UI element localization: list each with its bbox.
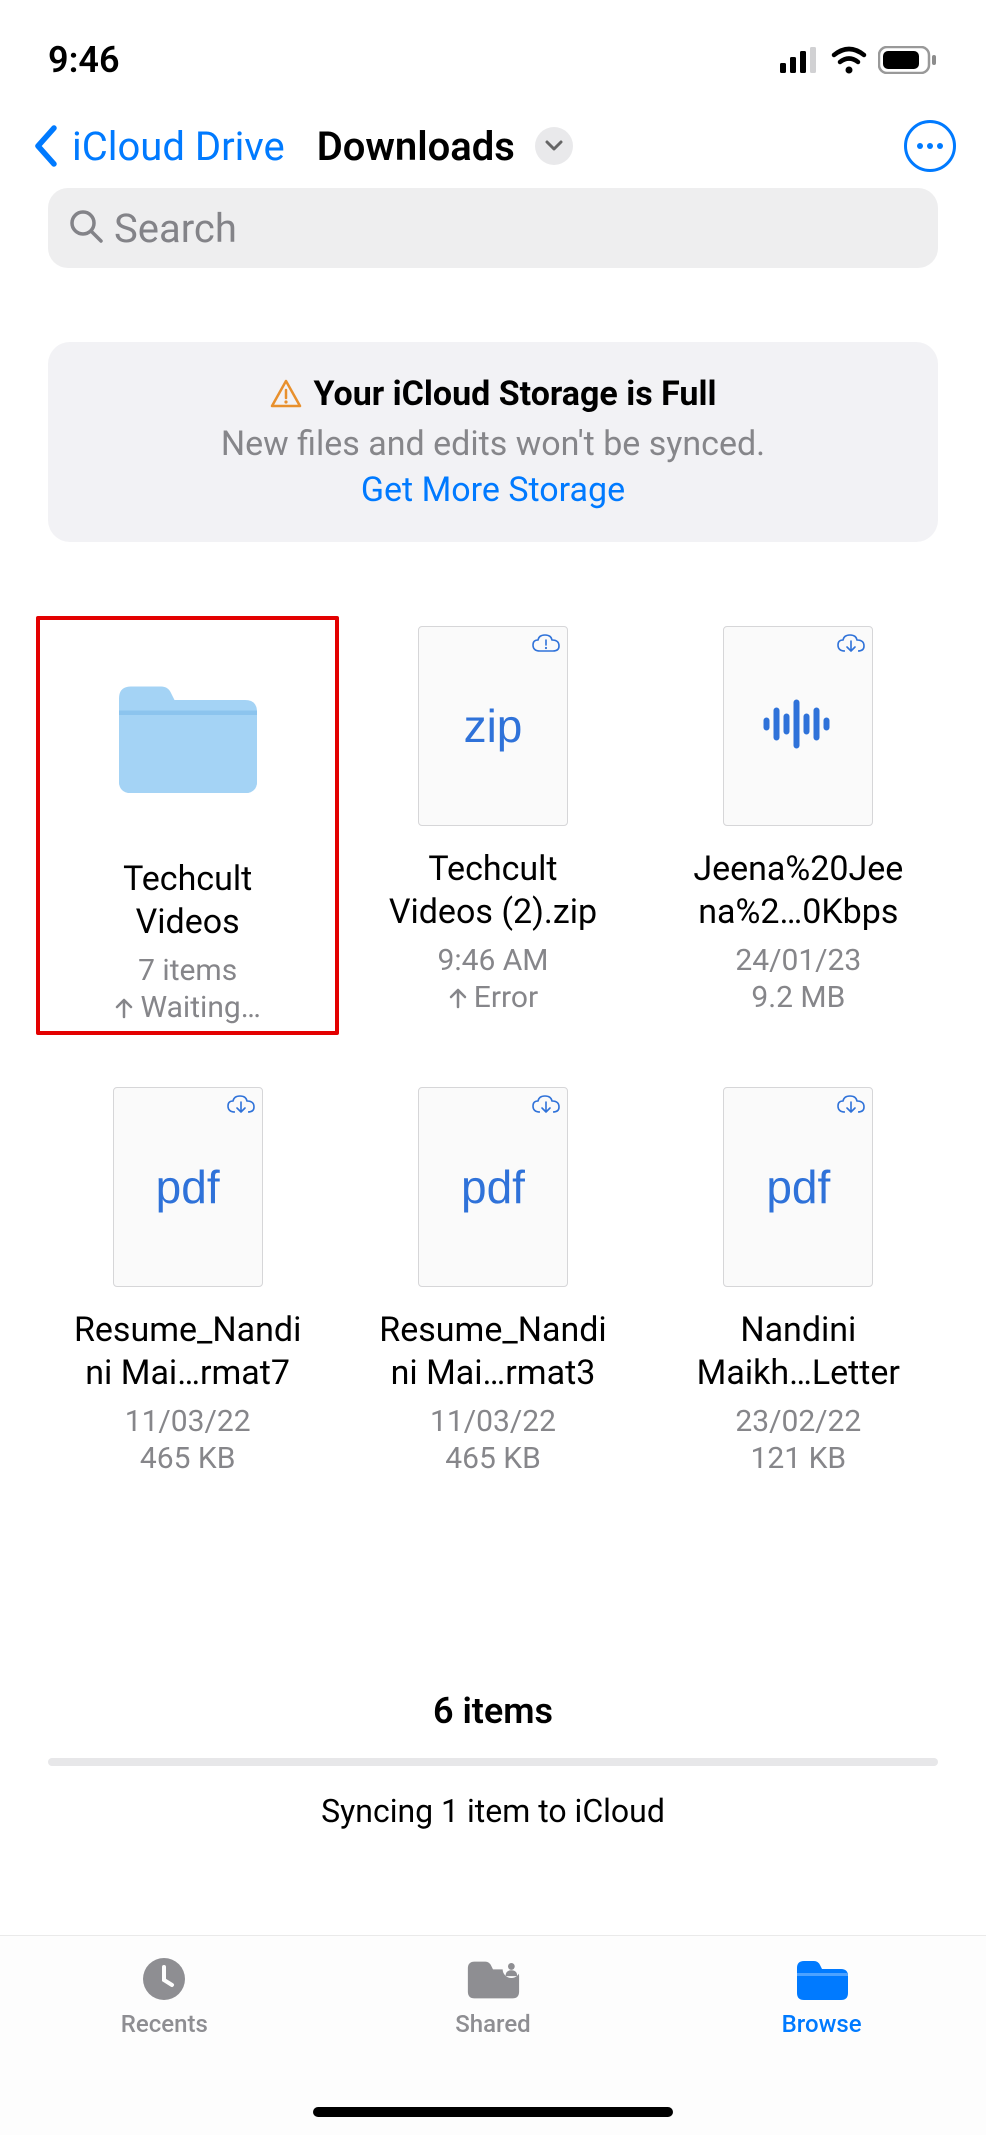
file-meta: 9:46 AM <box>437 943 548 978</box>
storage-full-banner: Your iCloud Storage is Full New files an… <box>48 342 938 542</box>
sync-status-text: Syncing 1 item to iCloud <box>0 1792 986 1830</box>
file-status: Error <box>448 980 538 1015</box>
search-input[interactable]: Search <box>48 188 938 268</box>
file-name: NandiniMaikh…Letter <box>697 1309 900 1394</box>
page-title: Downloads <box>317 123 515 170</box>
cellular-icon <box>780 47 820 73</box>
tab-label: Shared <box>455 2010 530 2038</box>
file-size: 465 KB <box>445 1441 541 1476</box>
upload-arrow-icon <box>114 997 134 1019</box>
pdf-file-icon: pdf <box>418 1087 568 1287</box>
upload-arrow-icon <box>448 987 468 1009</box>
back-chevron-icon[interactable] <box>30 122 60 170</box>
status-bar: 9:46 <box>0 0 986 90</box>
folder-icon <box>793 1956 851 2002</box>
file-item[interactable]: pdf NandiniMaikh…Letter 23/02/22 121 KB <box>651 1081 946 1482</box>
sync-progress-bar <box>48 1758 938 1766</box>
wifi-icon <box>830 46 868 74</box>
ellipsis-icon <box>917 143 923 149</box>
clock-icon <box>135 1956 193 2002</box>
back-button-label[interactable]: iCloud Drive <box>72 123 285 170</box>
file-item[interactable]: pdf Resume_Nandini Mai…rmat3 11/03/22 46… <box>345 1081 640 1482</box>
file-status: Waiting… <box>114 990 260 1025</box>
cloud-download-icon <box>836 633 866 659</box>
file-item[interactable]: TechcultVideos 7 items Waiting… <box>36 616 339 1035</box>
get-more-storage-link[interactable]: Get More Storage <box>68 470 918 510</box>
status-time: 9:46 <box>48 39 120 81</box>
file-grid: TechcultVideos 7 items Waiting… zip Tech… <box>40 620 946 1482</box>
footer-summary: 6 items Syncing 1 item to iCloud <box>0 1690 986 1830</box>
file-meta: 11/03/22 <box>430 1404 556 1439</box>
folder-icon <box>113 636 263 836</box>
file-name: Resume_Nandini Mai…rmat3 <box>379 1309 606 1394</box>
tab-label: Recents <box>121 2010 208 2038</box>
file-item[interactable]: Jeena%20Jeena%2…0Kbps 24/01/23 9.2 MB <box>651 620 946 1031</box>
more-options-button[interactable] <box>904 120 956 172</box>
file-size: 121 KB <box>751 1441 847 1476</box>
file-meta: 11/03/22 <box>125 1404 251 1439</box>
warning-icon <box>270 378 302 410</box>
tab-bar: Recents Shared Browse <box>0 1935 986 2135</box>
cloud-download-icon <box>226 1094 256 1120</box>
file-item[interactable]: pdf Resume_Nandini Mai…rmat7 11/03/22 46… <box>40 1081 335 1482</box>
cloud-download-icon <box>836 1094 866 1120</box>
file-size: 465 KB <box>140 1441 236 1476</box>
file-size: 9.2 MB <box>751 980 845 1015</box>
search-icon <box>68 208 104 248</box>
file-meta: 24/01/23 <box>735 943 861 978</box>
item-count: 6 items <box>0 1690 986 1732</box>
battery-icon <box>878 46 938 74</box>
tab-recents[interactable]: Recents <box>64 1956 264 2135</box>
home-indicator[interactable] <box>313 2107 673 2117</box>
zip-file-icon: zip <box>418 626 568 826</box>
pdf-file-icon: pdf <box>723 1087 873 1287</box>
file-meta: 23/02/22 <box>735 1404 861 1439</box>
file-item[interactable]: zip TechcultVideos (2).zip 9:46 AM Error <box>345 620 640 1031</box>
audio-file-icon <box>723 626 873 826</box>
cloud-alert-icon <box>531 633 561 659</box>
status-icons <box>780 46 938 74</box>
tab-browse[interactable]: Browse <box>722 1956 922 2135</box>
banner-title: Your iCloud Storage is Full <box>314 374 717 414</box>
file-name: Resume_Nandini Mai…rmat7 <box>74 1309 301 1394</box>
file-name: TechcultVideos (2).zip <box>389 848 597 933</box>
file-name: TechcultVideos <box>123 858 252 943</box>
chevron-down-icon <box>545 137 563 156</box>
file-name: Jeena%20Jeena%2…0Kbps <box>693 848 903 933</box>
file-meta: 7 items <box>138 953 237 988</box>
banner-subtitle: New files and edits won't be synced. <box>68 424 918 464</box>
cloud-download-icon <box>531 1094 561 1120</box>
pdf-file-icon: pdf <box>113 1087 263 1287</box>
search-placeholder: Search <box>114 205 237 252</box>
shared-folder-icon <box>464 1956 522 2002</box>
nav-header: iCloud Drive Downloads <box>0 90 986 188</box>
tab-label: Browse <box>782 2010 862 2038</box>
title-dropdown-button[interactable] <box>535 127 573 165</box>
